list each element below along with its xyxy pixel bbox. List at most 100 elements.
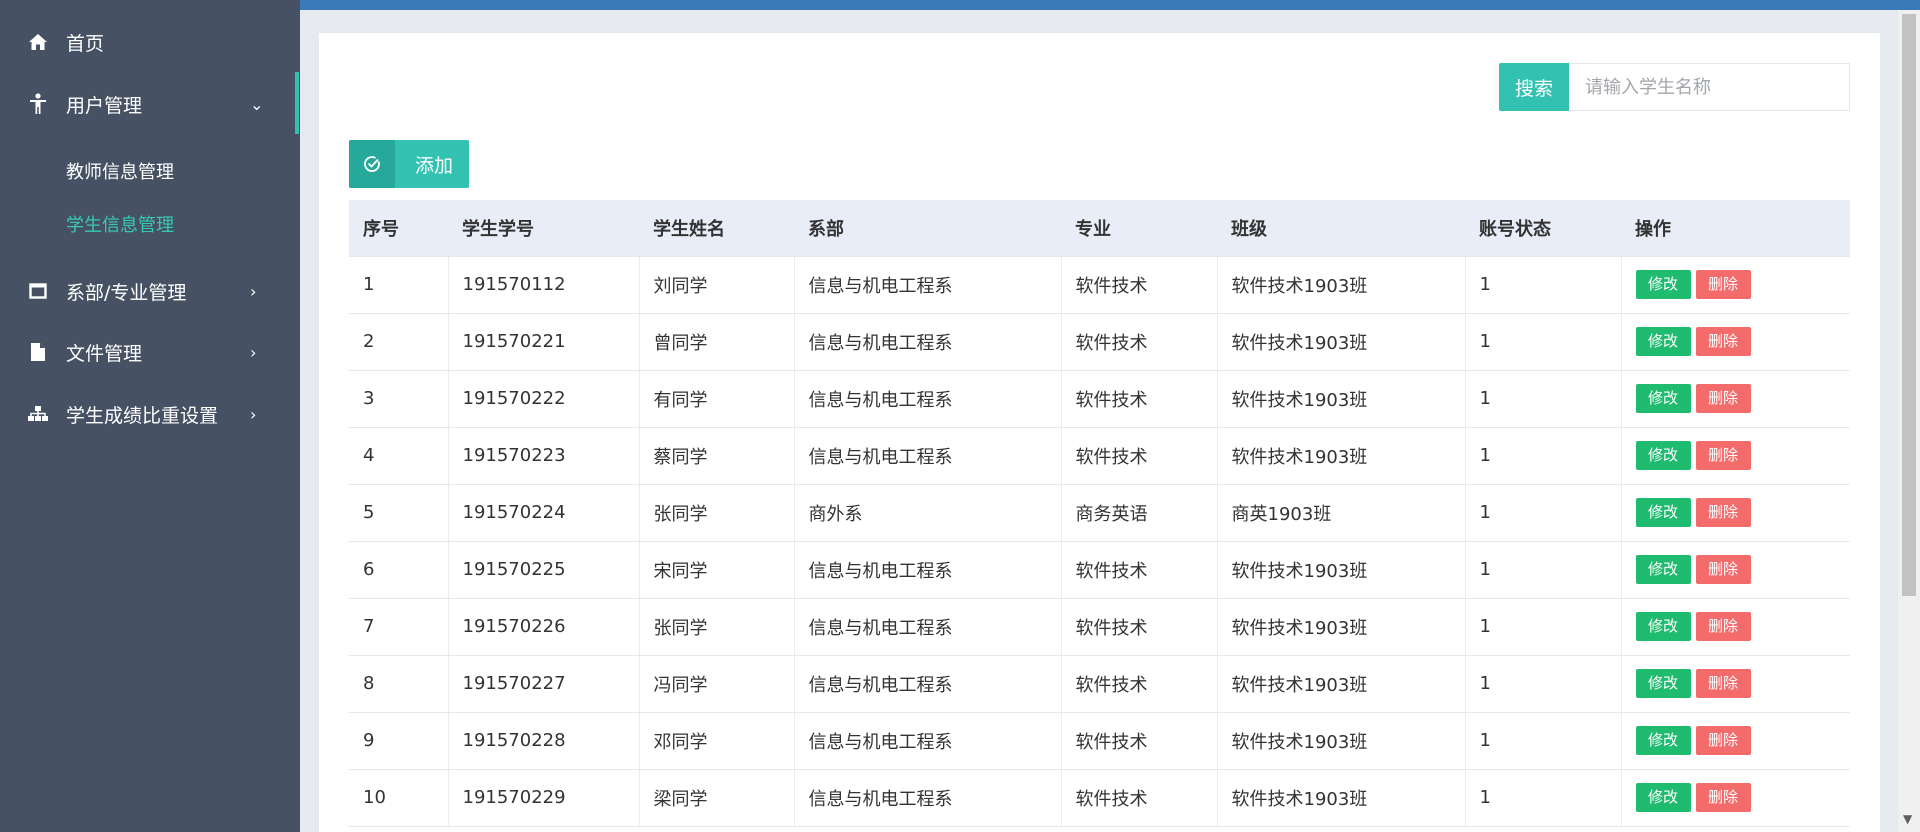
chevron-down-icon: ⌄ xyxy=(250,94,264,114)
file-icon xyxy=(26,340,50,364)
table-cell: 191570224 xyxy=(448,484,640,542)
delete-button[interactable]: 删除 xyxy=(1695,384,1751,413)
edit-button[interactable]: 修改 xyxy=(1635,327,1691,356)
actions-cell: 修改 删除 xyxy=(1621,598,1850,656)
table-cell: 10 xyxy=(349,769,449,827)
table-cell: 商英1903班 xyxy=(1217,484,1466,542)
table-cell: 软件技术1903班 xyxy=(1217,598,1466,656)
sitemap-icon xyxy=(26,402,50,426)
table-cell: 9 xyxy=(349,712,449,770)
table-cell: 1 xyxy=(349,256,449,314)
column-header: 专业 xyxy=(1061,200,1217,257)
table-cell: 宋同学 xyxy=(639,541,795,599)
sidebar-item-label: 文件管理 xyxy=(66,342,143,365)
delete-button[interactable]: 删除 xyxy=(1695,327,1751,356)
table-cell: 软件技术1903班 xyxy=(1217,769,1466,827)
edit-button[interactable]: 修改 xyxy=(1635,384,1691,413)
edit-button[interactable]: 修改 xyxy=(1635,726,1691,755)
table-cell: 软件技术1903班 xyxy=(1217,256,1466,314)
search-bar: 搜索 xyxy=(1499,63,1850,111)
submenu-item-student-info[interactable]: 学生信息管理 xyxy=(66,211,174,237)
table-row: 5 191570224 张同学 商外系 商务英语 商英1903班 1 修改 删除 xyxy=(349,484,1850,542)
edit-button[interactable]: 修改 xyxy=(1635,555,1691,584)
table-cell: 1 xyxy=(1465,541,1622,599)
table-cell: 商务英语 xyxy=(1061,484,1218,542)
table-cell: 有同学 xyxy=(639,370,795,428)
submenu-item-teacher-info[interactable]: 教师信息管理 xyxy=(66,158,174,184)
table-cell: 张同学 xyxy=(639,598,795,656)
sidebar-item-label: 学生成绩比重设置 xyxy=(66,404,219,427)
sidebar-item-file-management[interactable]: 文件管理 › xyxy=(0,323,300,381)
sidebar-item-home[interactable]: 首页 xyxy=(0,13,300,71)
table-cell: 软件技术1903班 xyxy=(1217,712,1466,770)
table-cell: 软件技术 xyxy=(1061,541,1218,599)
table-cell: 4 xyxy=(349,427,449,485)
chevron-right-icon: › xyxy=(250,342,257,362)
table-cell: 1 xyxy=(1465,256,1622,314)
column-header: 班级 xyxy=(1217,200,1465,257)
edit-button[interactable]: 修改 xyxy=(1635,498,1691,527)
delete-button[interactable]: 删除 xyxy=(1695,783,1751,812)
table-cell: 张同学 xyxy=(639,484,795,542)
table-row: 9 191570228 邓同学 信息与机电工程系 软件技术 软件技术1903班 1 修改 删除 xyxy=(349,712,1850,770)
delete-button[interactable]: 删除 xyxy=(1695,726,1751,755)
table-header-row: 序号 学生学号 学生姓名 系部 专业 班级 账号状态 操作 xyxy=(349,200,1850,257)
table-cell: 刘同学 xyxy=(639,256,795,314)
vertical-scrollbar[interactable]: ▼ xyxy=(1898,10,1920,832)
sidebar-item-department-major[interactable]: 系部/专业管理 › xyxy=(0,262,300,320)
main-panel: 搜索 添加 序号 学生学号 学生姓名 系部 专业 班级 账号状态 操作 1191… xyxy=(319,33,1880,832)
search-button[interactable]: 搜索 xyxy=(1499,63,1569,111)
delete-button[interactable]: 删除 xyxy=(1695,441,1751,470)
column-header: 系部 xyxy=(794,200,1061,257)
table-cell: 1 xyxy=(1465,370,1622,428)
table-row: 8 191570227 冯同学 信息与机电工程系 软件技术 软件技术1903班 1 修改 删除 xyxy=(349,655,1850,713)
scrollbar-thumb[interactable] xyxy=(1902,14,1916,596)
add-button[interactable]: 添加 xyxy=(349,140,469,188)
delete-button[interactable]: 删除 xyxy=(1695,555,1751,584)
table-cell: 软件技术1903班 xyxy=(1217,370,1466,428)
column-header: 账号状态 xyxy=(1465,200,1621,257)
chevron-right-icon: › xyxy=(250,404,257,424)
table-row: 2 191570221 曾同学 信息与机电工程系 软件技术 软件技术1903班 1 修改 删除 xyxy=(349,313,1850,371)
sidebar-item-user-management[interactable]: 用户管理 ⌄ xyxy=(0,75,300,133)
edit-button[interactable]: 修改 xyxy=(1635,783,1691,812)
column-header: 学生学号 xyxy=(448,200,639,257)
delete-button[interactable]: 删除 xyxy=(1695,612,1751,641)
table-cell: 邓同学 xyxy=(639,712,795,770)
add-button-label: 添加 xyxy=(415,154,454,177)
search-input[interactable] xyxy=(1569,63,1850,111)
delete-button[interactable]: 删除 xyxy=(1695,669,1751,698)
scroll-down-arrow-icon[interactable]: ▼ xyxy=(1903,812,1912,826)
actions-cell: 修改 删除 xyxy=(1621,541,1850,599)
table-cell: 信息与机电工程系 xyxy=(794,598,1062,656)
delete-button[interactable]: 删除 xyxy=(1695,498,1751,527)
table-row: 6 191570225 宋同学 信息与机电工程系 软件技术 软件技术1903班 1 修改 删除 xyxy=(349,541,1850,599)
actions-cell: 修改 删除 xyxy=(1621,427,1850,485)
table-cell: 1 xyxy=(1465,712,1622,770)
table-cell: 191570223 xyxy=(448,427,640,485)
table-cell: 软件技术1903班 xyxy=(1217,655,1466,713)
table-cell: 8 xyxy=(349,655,449,713)
table-cell: 蔡同学 xyxy=(639,427,795,485)
sidebar-item-grade-weight-settings[interactable]: 学生成绩比重设置 › xyxy=(0,385,300,443)
sidebar-item-label: 用户管理 xyxy=(66,94,143,117)
actions-cell: 修改 删除 xyxy=(1621,769,1850,827)
table-cell: 信息与机电工程系 xyxy=(794,370,1062,428)
table-cell: 191570228 xyxy=(448,712,640,770)
edit-button[interactable]: 修改 xyxy=(1635,669,1691,698)
delete-button[interactable]: 删除 xyxy=(1695,270,1751,299)
table-cell: 7 xyxy=(349,598,449,656)
table-cell: 3 xyxy=(349,370,449,428)
table-cell: 曾同学 xyxy=(639,313,795,371)
person-icon xyxy=(26,92,50,116)
table-cell: 梁同学 xyxy=(639,769,795,827)
edit-button[interactable]: 修改 xyxy=(1635,441,1691,470)
table-cell: 软件技术1903班 xyxy=(1217,427,1466,485)
edit-button[interactable]: 修改 xyxy=(1635,612,1691,641)
edit-button[interactable]: 修改 xyxy=(1635,270,1691,299)
table-cell: 1 xyxy=(1465,313,1622,371)
table-cell: 1 xyxy=(1465,484,1622,542)
table-cell: 软件技术 xyxy=(1061,370,1218,428)
actions-cell: 修改 删除 xyxy=(1621,313,1850,371)
sidebar: 首页 用户管理 ⌄ 教师信息管理 学生信息管理 系部/专业管理 › 文件管理 ›… xyxy=(0,0,300,832)
